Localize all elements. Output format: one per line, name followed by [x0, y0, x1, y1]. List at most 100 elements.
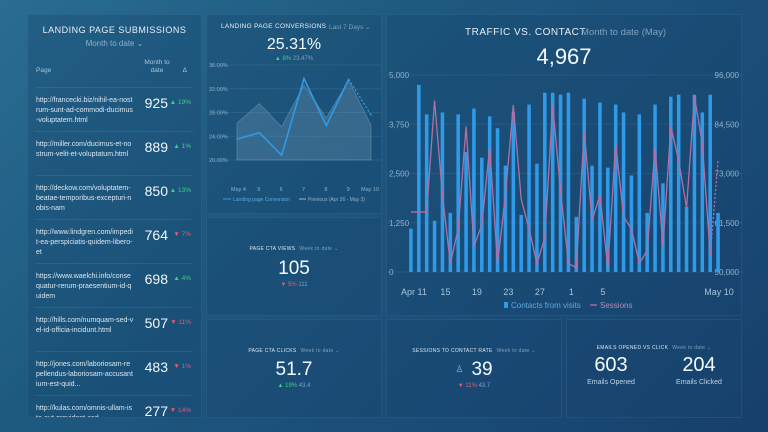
- x-tick-label: 7: [302, 187, 305, 193]
- x-tick-label: 5: [600, 287, 605, 297]
- previous-value: 43.7: [478, 383, 491, 389]
- date-range-dropdown[interactable]: Week to date ⌄: [301, 348, 340, 354]
- contacts-bar: [511, 112, 516, 273]
- person-icon: ♙: [455, 364, 464, 375]
- page-url-link[interactable]: http://miller.com/ducimus-et-nostrum-vel…: [36, 140, 134, 160]
- panel-title: LANDING PAGE SUBMISSIONS: [42, 25, 187, 35]
- submission-count: 925: [144, 95, 168, 111]
- table-row: http://deckow.com/voluptatem-beatae-temp…: [36, 175, 193, 219]
- panel-title: PAGE CTA VIEWS Week to date ⌄: [207, 246, 381, 252]
- submission-count: 507: [144, 315, 168, 331]
- x-tick-label: May 10: [361, 187, 379, 193]
- contacts-bar: [409, 228, 413, 272]
- submission-count: 764: [144, 227, 168, 243]
- x-tick-label: 1: [569, 287, 574, 297]
- page-url-link[interactable]: http://kulas.com/omnis-ullam-iste-aut-pr…: [36, 404, 134, 417]
- change-indicator: ▼ 1%: [173, 363, 191, 370]
- date-range-dropdown[interactable]: Week to date ⌄: [299, 246, 338, 252]
- right-y-tick-label: 96,000: [715, 71, 740, 80]
- page-url-link[interactable]: http://hills.com/numquam-sed-vel-id-offi…: [36, 316, 134, 336]
- contacts-bar: [613, 104, 618, 272]
- conversion-point: [347, 78, 350, 81]
- landing-page-conversions-panel: LANDING PAGE CONVERSIONS Last 7 Days ⌄ 2…: [206, 14, 382, 214]
- kpi-value: 105: [278, 258, 310, 279]
- conversion-point: [370, 114, 372, 116]
- change-indicator: ▼ 14%: [169, 407, 191, 414]
- contacts-bar: [629, 175, 634, 272]
- title-text: EMAILS OPENED VS CLICK: [596, 345, 669, 351]
- table-row: http://francecki.biz/nihil-ea-nostrum-su…: [36, 87, 193, 131]
- emails-clicked-value: 204: [682, 354, 716, 376]
- table-row: http://www.lindgren.com/impedit-ea-persp…: [36, 219, 193, 263]
- change-indicator: ▲ 13%: [169, 187, 191, 194]
- date-range-dropdown[interactable]: Week to date ⌄: [497, 348, 536, 354]
- date-range-dropdown[interactable]: Week to date ⌄: [672, 345, 711, 351]
- contacts-bar: [621, 112, 626, 273]
- x-tick-label: 23: [503, 287, 513, 297]
- legend-current: Landing page Conversion: [233, 197, 290, 203]
- page-url-link[interactable]: http://deckow.com/voluptatem-beatae-temp…: [36, 184, 134, 214]
- page-url-link[interactable]: http://jones.com/laboriosam-repellendus-…: [36, 360, 134, 390]
- table-row: http://kulas.com/omnis-ullam-iste-aut-pr…: [36, 395, 193, 417]
- change-value: ▲ 19%: [277, 383, 298, 389]
- previous-value: 111: [298, 282, 308, 288]
- kpi-value: 51.7: [275, 359, 313, 380]
- change-indicator: ▼ 5% 111: [207, 282, 381, 288]
- conversion-point: [236, 138, 238, 141]
- date-range-dropdown[interactable]: Month to date ⌄: [28, 39, 201, 48]
- page-cta-clicks-panel: PAGE CTA CLICKS Week to date ⌄ 51.7 ▲ 19%…: [206, 319, 382, 418]
- right-y-tick-label: 84,500: [715, 120, 740, 129]
- contacts-bar: [653, 104, 657, 272]
- change-indicator: ▲ 4%: [173, 275, 191, 282]
- kpi-number: 39: [471, 359, 493, 380]
- left-y-tick-label: 2,500: [389, 170, 410, 179]
- y-tick-label: 36.00%: [209, 63, 228, 69]
- legend-previous: Previous (Apr 26 - May 3): [308, 197, 365, 203]
- x-tick-label: Apr 11: [401, 287, 427, 297]
- change-indicator: ▲ 1%: [173, 143, 191, 150]
- kpi-value: ♙ 39: [387, 359, 561, 381]
- contacts-bar: [637, 114, 642, 273]
- y-tick-label: 28.00%: [209, 111, 228, 117]
- contacts-bar: [464, 151, 468, 272]
- x-tick-label: 5: [257, 187, 260, 193]
- y-tick-label: 32.00%: [209, 87, 228, 93]
- page-cta-views-panel: PAGE CTA VIEWS Week to date ⌄ 105 ▼ 5% 11…: [206, 217, 382, 316]
- x-tick-label: May 10: [704, 287, 734, 297]
- change-indicator: ▼ 11%: [170, 319, 191, 326]
- emails-opened-vs-click-panel: EMAILS OPENED VS CLICK Week to date ⌄ 603…: [566, 319, 742, 418]
- conversion-point: [325, 124, 328, 127]
- submission-list: http://francecki.biz/nihil-ea-nostrum-su…: [36, 87, 193, 417]
- contacts-bar: [543, 92, 547, 272]
- title-text: PAGE CTA VIEWS: [249, 246, 296, 252]
- contacts-bar: [472, 108, 476, 273]
- previous-value: 43.4: [298, 383, 311, 389]
- table-row: https://www.waelchi.info/consequatur-rer…: [36, 263, 193, 307]
- submission-count: 889: [144, 139, 168, 155]
- table-row: http://miller.com/ducimus-et-nostrum-vel…: [36, 131, 193, 175]
- contacts-bar: [716, 212, 720, 272]
- legend-sessions: Sessions: [600, 301, 632, 310]
- conversion-line-chart: 36.00% 32.00% 28.00% 24.00% 20.00% May 4 5 6 7 8 9…: [209, 63, 381, 203]
- column-header-page: Page: [36, 67, 52, 74]
- contacts-bar: [417, 84, 421, 272]
- page-url-link[interactable]: https://www.waelchi.info/consequatur-rer…: [36, 272, 134, 302]
- contacts-bar: [487, 116, 492, 273]
- title-text: PAGE CTA CLICKS: [248, 348, 297, 354]
- change-indicator: ▲ 19%: [169, 99, 191, 106]
- page-url-link[interactable]: http://www.lindgren.com/impedit-ea-persp…: [36, 228, 134, 258]
- column-header-month-to-date: Month to date: [144, 59, 170, 74]
- table-row: http://hills.com/numquam-sed-vel-id-offi…: [36, 307, 193, 351]
- landing-page-submissions-panel: LANDING PAGE SUBMISSIONS Month to date ⌄…: [27, 14, 202, 418]
- contacts-bar: [519, 214, 523, 272]
- left-y-tick-label: 1,250: [389, 219, 410, 228]
- title-text: SESSIONS TO CONTACT RATE: [412, 348, 493, 354]
- change-value: ▼ 11%: [457, 383, 477, 389]
- page-url-link[interactable]: http://francecki.biz/nihil-ea-nostrum-su…: [36, 96, 134, 126]
- column-header-delta: Δ: [182, 67, 187, 74]
- contacts-bar: [527, 104, 531, 272]
- emails-opened-label: Emails Opened: [587, 379, 635, 386]
- x-tick-label: 19: [472, 287, 482, 297]
- x-tick-label: 27: [535, 287, 545, 297]
- emails-clicked-metric: 204 Emails Clicked: [655, 354, 743, 386]
